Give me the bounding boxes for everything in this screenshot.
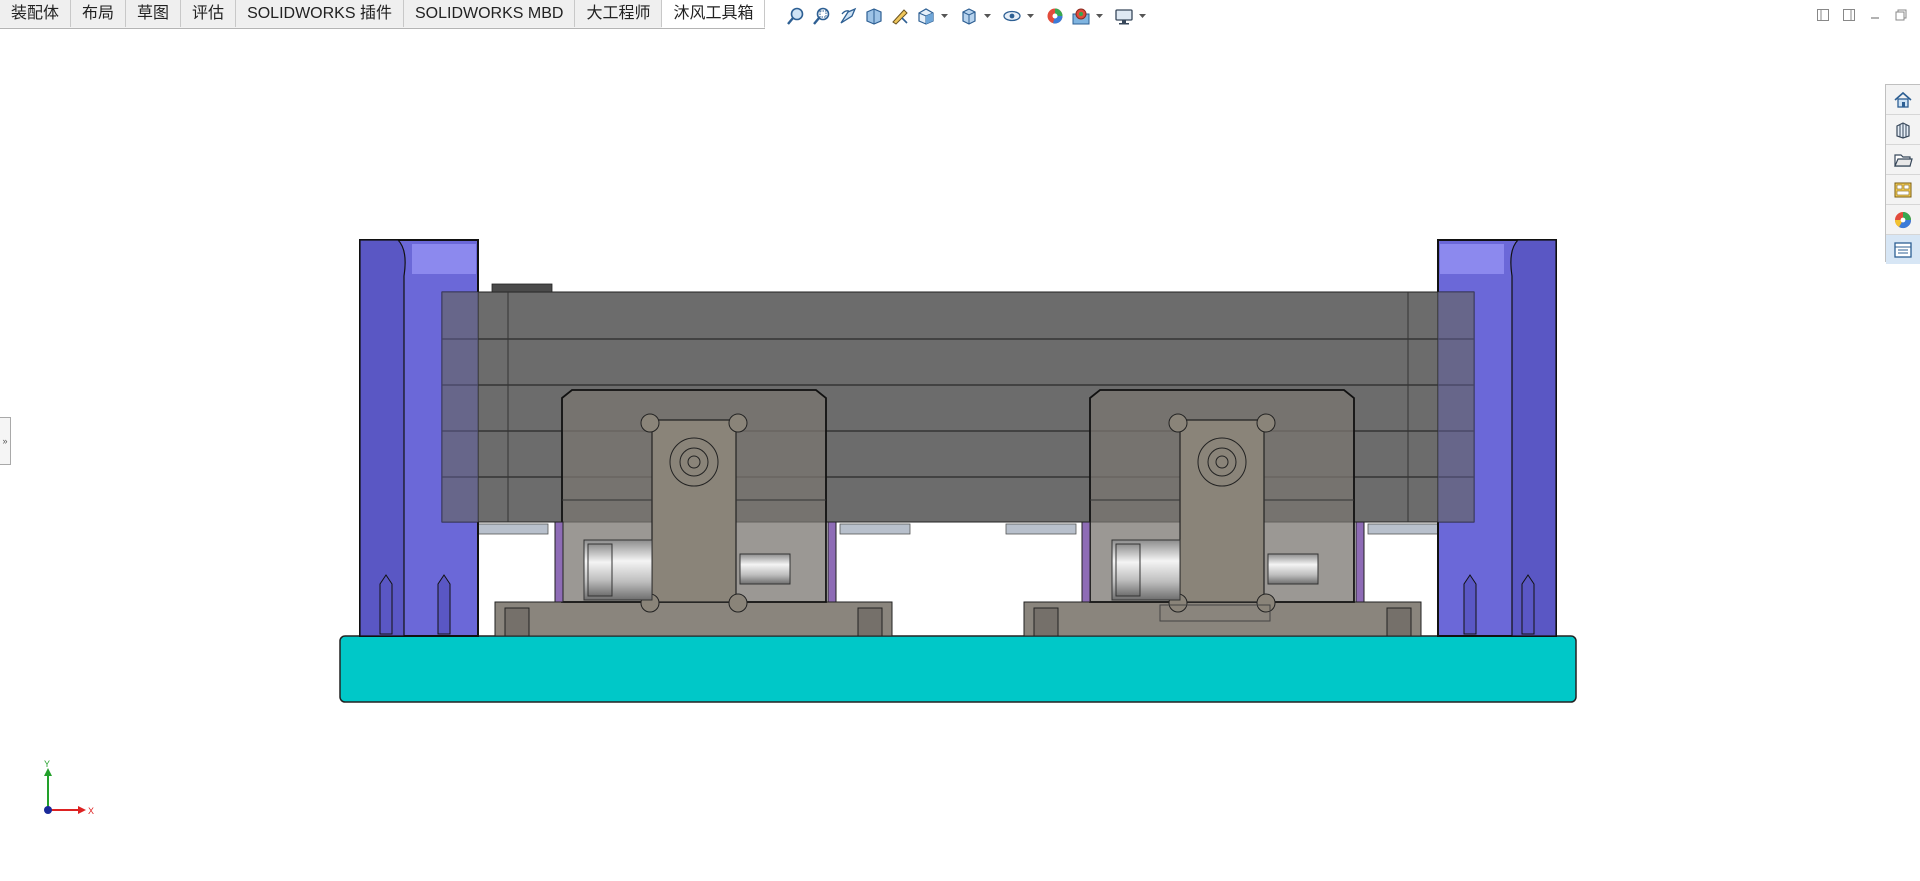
- custom-properties-icon[interactable]: [1886, 235, 1920, 264]
- zoom-to-fit-icon[interactable]: [784, 4, 808, 28]
- task-pane: [1885, 84, 1920, 264]
- view-settings-icon[interactable]: [1112, 4, 1136, 28]
- solidworks-resources-icon[interactable]: [1886, 85, 1920, 115]
- display-style-dropdown[interactable]: [983, 4, 992, 28]
- hide-show-items-icon[interactable]: [1000, 4, 1024, 28]
- apply-scene-dropdown[interactable]: [1095, 4, 1104, 28]
- heads-up-view-toolbar: [784, 4, 1147, 28]
- restore-icon[interactable]: [1890, 3, 1912, 27]
- hide-show-dropdown[interactable]: [1026, 4, 1035, 28]
- view-settings-dropdown[interactable]: [1138, 4, 1147, 28]
- right-carriage-feet[interactable]: [1023, 601, 1422, 637]
- tab-layout[interactable]: 布局: [71, 0, 127, 27]
- triad-y-label: Y: [44, 759, 50, 769]
- tile-left-icon[interactable]: [1812, 3, 1834, 27]
- window-controls: [1812, 3, 1920, 27]
- file-explorer-icon[interactable]: [1886, 145, 1920, 175]
- tab-solidworks-mbd[interactable]: SOLIDWORKS MBD: [403, 0, 576, 27]
- design-library-icon[interactable]: [1886, 115, 1920, 145]
- tab-sketch[interactable]: 草图: [126, 0, 182, 27]
- reference-triad: Y X: [44, 759, 94, 816]
- display-style-icon[interactable]: [957, 4, 981, 28]
- zoom-to-area-icon[interactable]: [810, 4, 834, 28]
- view-palette-icon[interactable]: [1886, 175, 1920, 205]
- base-plate[interactable]: [339, 635, 1577, 703]
- tab-assembly[interactable]: 装配体: [0, 0, 72, 27]
- section-view-icon[interactable]: [862, 4, 886, 28]
- tab-big-engineer[interactable]: 大工程师: [575, 0, 663, 27]
- tab-mufeng-toolbox[interactable]: 沐风工具箱: [662, 0, 766, 28]
- appearances-scenes-icon[interactable]: [1886, 205, 1920, 235]
- left-carriage-feet[interactable]: [494, 601, 893, 637]
- graphics-area[interactable]: [0, 30, 1880, 790]
- view-orientation-icon[interactable]: [914, 4, 938, 28]
- triad-x-label: X: [88, 806, 94, 816]
- edit-appearance-icon[interactable]: [1043, 4, 1067, 28]
- tab-evaluate[interactable]: 评估: [181, 0, 237, 27]
- left-carriage[interactable]: [554, 389, 837, 613]
- dynamic-annotation-icon[interactable]: [888, 4, 912, 28]
- command-manager-tabs: 装配体 布局 草图 评估 SOLIDWORKS 插件 SOLIDWORKS MB…: [0, 0, 766, 29]
- tile-right-icon[interactable]: [1838, 3, 1860, 27]
- view-orientation-dropdown[interactable]: [940, 4, 949, 28]
- apply-scene-icon[interactable]: [1069, 4, 1093, 28]
- minimize-icon[interactable]: [1864, 3, 1886, 27]
- right-carriage[interactable]: [1081, 389, 1365, 622]
- previous-view-icon[interactable]: [836, 4, 860, 28]
- tab-solidworks-addins[interactable]: SOLIDWORKS 插件: [236, 0, 404, 27]
